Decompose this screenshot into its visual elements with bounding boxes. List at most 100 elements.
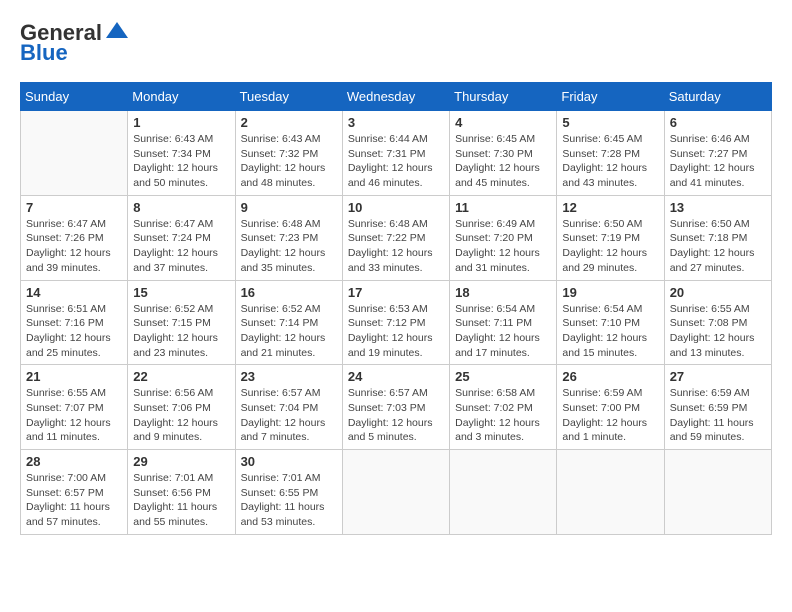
day-number: 13 <box>670 200 766 215</box>
day-info: Sunrise: 6:47 AM Sunset: 7:24 PM Dayligh… <box>133 217 229 276</box>
day-number: 8 <box>133 200 229 215</box>
day-info: Sunrise: 6:59 AM Sunset: 7:00 PM Dayligh… <box>562 386 658 445</box>
day-number: 24 <box>348 369 444 384</box>
day-info: Sunrise: 6:50 AM Sunset: 7:18 PM Dayligh… <box>670 217 766 276</box>
calendar-cell: 17 Sunrise: 6:53 AM Sunset: 7:12 PM Dayli… <box>342 280 449 365</box>
day-number: 1 <box>133 115 229 130</box>
day-info: Sunrise: 6:58 AM Sunset: 7:02 PM Dayligh… <box>455 386 551 445</box>
calendar-cell: 29 Sunrise: 7:01 AM Sunset: 6:56 PM Dayli… <box>128 450 235 535</box>
calendar-cell <box>664 450 771 535</box>
day-info: Sunrise: 6:45 AM Sunset: 7:28 PM Dayligh… <box>562 132 658 191</box>
weekday-header-thursday: Thursday <box>450 83 557 111</box>
day-number: 22 <box>133 369 229 384</box>
day-number: 19 <box>562 285 658 300</box>
day-info: Sunrise: 6:48 AM Sunset: 7:23 PM Dayligh… <box>241 217 337 276</box>
calendar-cell: 19 Sunrise: 6:54 AM Sunset: 7:10 PM Dayli… <box>557 280 664 365</box>
calendar-cell: 3Sunrise: 6:44 AM Sunset: 7:31 PM Daylig… <box>342 111 449 196</box>
calendar-cell: 24 Sunrise: 6:57 AM Sunset: 7:03 PM Dayli… <box>342 365 449 450</box>
calendar-cell: 16 Sunrise: 6:52 AM Sunset: 7:14 PM Dayli… <box>235 280 342 365</box>
calendar-cell <box>342 450 449 535</box>
day-number: 25 <box>455 369 551 384</box>
day-number: 9 <box>241 200 337 215</box>
day-info: Sunrise: 6:59 AM Sunset: 6:59 PM Dayligh… <box>670 386 766 445</box>
day-number: 18 <box>455 285 551 300</box>
logo-blue: Blue <box>20 40 68 66</box>
day-number: 14 <box>26 285 122 300</box>
day-info: Sunrise: 6:45 AM Sunset: 7:30 PM Dayligh… <box>455 132 551 191</box>
day-info: Sunrise: 6:55 AM Sunset: 7:07 PM Dayligh… <box>26 386 122 445</box>
calendar-cell: 30 Sunrise: 7:01 AM Sunset: 6:55 PM Dayli… <box>235 450 342 535</box>
day-info: Sunrise: 6:57 AM Sunset: 7:04 PM Dayligh… <box>241 386 337 445</box>
calendar-cell <box>557 450 664 535</box>
calendar-cell: 22 Sunrise: 6:56 AM Sunset: 7:06 PM Dayli… <box>128 365 235 450</box>
day-number: 4 <box>455 115 551 130</box>
logo-icon <box>106 22 128 38</box>
day-info: Sunrise: 6:53 AM Sunset: 7:12 PM Dayligh… <box>348 302 444 361</box>
day-info: Sunrise: 7:00 AM Sunset: 6:57 PM Dayligh… <box>26 471 122 530</box>
day-number: 27 <box>670 369 766 384</box>
day-info: Sunrise: 6:43 AM Sunset: 7:34 PM Dayligh… <box>133 132 229 191</box>
calendar-cell: 5 Sunrise: 6:45 AM Sunset: 7:28 PM Daylig… <box>557 111 664 196</box>
calendar-cell: 7 Sunrise: 6:47 AM Sunset: 7:26 PM Daylig… <box>21 195 128 280</box>
day-number: 6 <box>670 115 766 130</box>
calendar-cell: 8 Sunrise: 6:47 AM Sunset: 7:24 PM Daylig… <box>128 195 235 280</box>
day-info: Sunrise: 6:52 AM Sunset: 7:14 PM Dayligh… <box>241 302 337 361</box>
day-number: 26 <box>562 369 658 384</box>
calendar-cell: 12 Sunrise: 6:50 AM Sunset: 7:19 PM Dayli… <box>557 195 664 280</box>
calendar-cell: 4 Sunrise: 6:45 AM Sunset: 7:30 PM Daylig… <box>450 111 557 196</box>
day-number: 5 <box>562 115 658 130</box>
calendar-cell: 11 Sunrise: 6:49 AM Sunset: 7:20 PM Dayli… <box>450 195 557 280</box>
calendar-cell: 21 Sunrise: 6:55 AM Sunset: 7:07 PM Dayli… <box>21 365 128 450</box>
calendar-cell: 14 Sunrise: 6:51 AM Sunset: 7:16 PM Dayli… <box>21 280 128 365</box>
logo: General Blue <box>20 20 128 66</box>
day-info: Sunrise: 6:56 AM Sunset: 7:06 PM Dayligh… <box>133 386 229 445</box>
day-number: 10 <box>348 200 444 215</box>
day-number: 29 <box>133 454 229 469</box>
calendar-cell: 23 Sunrise: 6:57 AM Sunset: 7:04 PM Dayli… <box>235 365 342 450</box>
calendar-cell: 10 Sunrise: 6:48 AM Sunset: 7:22 PM Dayli… <box>342 195 449 280</box>
weekday-header-friday: Friday <box>557 83 664 111</box>
calendar-cell: 2 Sunrise: 6:43 AM Sunset: 7:32 PM Daylig… <box>235 111 342 196</box>
calendar-cell <box>450 450 557 535</box>
calendar-cell: 1 Sunrise: 6:43 AM Sunset: 7:34 PM Daylig… <box>128 111 235 196</box>
day-info: Sunrise: 6:51 AM Sunset: 7:16 PM Dayligh… <box>26 302 122 361</box>
day-number: 7 <box>26 200 122 215</box>
day-info: Sunrise: 6:43 AM Sunset: 7:32 PM Dayligh… <box>241 132 337 191</box>
calendar-cell: 28 Sunrise: 7:00 AM Sunset: 6:57 PM Dayli… <box>21 450 128 535</box>
day-number: 2 <box>241 115 337 130</box>
day-info: Sunrise: 6:55 AM Sunset: 7:08 PM Dayligh… <box>670 302 766 361</box>
calendar-cell: 26 Sunrise: 6:59 AM Sunset: 7:00 PM Dayli… <box>557 365 664 450</box>
day-number: 11 <box>455 200 551 215</box>
calendar-cell: 18 Sunrise: 6:54 AM Sunset: 7:11 PM Dayli… <box>450 280 557 365</box>
day-number: 30 <box>241 454 337 469</box>
calendar-cell: 13 Sunrise: 6:50 AM Sunset: 7:18 PM Dayli… <box>664 195 771 280</box>
calendar-cell: 15 Sunrise: 6:52 AM Sunset: 7:15 PM Dayli… <box>128 280 235 365</box>
day-number: 21 <box>26 369 122 384</box>
day-number: 12 <box>562 200 658 215</box>
calendar-cell: 25 Sunrise: 6:58 AM Sunset: 7:02 PM Dayli… <box>450 365 557 450</box>
calendar-cell: 20Sunrise: 6:55 AM Sunset: 7:08 PM Dayli… <box>664 280 771 365</box>
day-info: Sunrise: 6:52 AM Sunset: 7:15 PM Dayligh… <box>133 302 229 361</box>
weekday-header-tuesday: Tuesday <box>235 83 342 111</box>
calendar-cell <box>21 111 128 196</box>
day-number: 15 <box>133 285 229 300</box>
calendar: SundayMondayTuesdayWednesdayThursdayFrid… <box>20 82 772 535</box>
day-info: Sunrise: 7:01 AM Sunset: 6:56 PM Dayligh… <box>133 471 229 530</box>
day-info: Sunrise: 6:50 AM Sunset: 7:19 PM Dayligh… <box>562 217 658 276</box>
day-info: Sunrise: 6:57 AM Sunset: 7:03 PM Dayligh… <box>348 386 444 445</box>
day-number: 16 <box>241 285 337 300</box>
weekday-header-monday: Monday <box>128 83 235 111</box>
calendar-cell: 9 Sunrise: 6:48 AM Sunset: 7:23 PM Daylig… <box>235 195 342 280</box>
day-info: Sunrise: 6:49 AM Sunset: 7:20 PM Dayligh… <box>455 217 551 276</box>
weekday-header-wednesday: Wednesday <box>342 83 449 111</box>
day-number: 23 <box>241 369 337 384</box>
weekday-header-saturday: Saturday <box>664 83 771 111</box>
day-info: Sunrise: 7:01 AM Sunset: 6:55 PM Dayligh… <box>241 471 337 530</box>
day-info: Sunrise: 6:48 AM Sunset: 7:22 PM Dayligh… <box>348 217 444 276</box>
day-info: Sunrise: 6:47 AM Sunset: 7:26 PM Dayligh… <box>26 217 122 276</box>
day-number: 28 <box>26 454 122 469</box>
day-number: 17 <box>348 285 444 300</box>
calendar-cell: 6Sunrise: 6:46 AM Sunset: 7:27 PM Daylig… <box>664 111 771 196</box>
day-info: Sunrise: 6:54 AM Sunset: 7:11 PM Dayligh… <box>455 302 551 361</box>
day-info: Sunrise: 6:54 AM Sunset: 7:10 PM Dayligh… <box>562 302 658 361</box>
